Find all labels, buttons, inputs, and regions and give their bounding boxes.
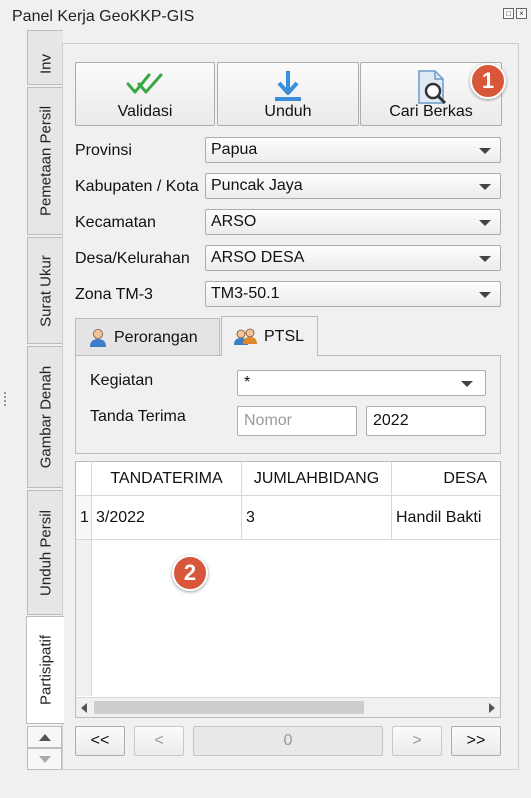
desa-value: ARSO DESA bbox=[211, 249, 305, 266]
arrow-left-icon[interactable] bbox=[81, 703, 87, 713]
kecamatan-label: Kecamatan bbox=[75, 214, 156, 231]
side-tab-unduh-persil[interactable]: Unduh Persil bbox=[27, 490, 63, 615]
tahun-input[interactable]: 2022 bbox=[366, 406, 486, 436]
side-tab-strip: Inv Pemetaan Persil Surat Ukur Gambar De… bbox=[26, 30, 64, 724]
tab-ptsl[interactable]: PTSL bbox=[221, 316, 318, 356]
annotation-badge-1: 1 bbox=[470, 63, 506, 99]
annotation-badge-2: 2 bbox=[172, 555, 208, 591]
next-page-button[interactable]: > bbox=[392, 726, 442, 756]
side-tab-label: Inv bbox=[37, 53, 54, 74]
close-icon[interactable]: × bbox=[516, 8, 527, 19]
arrow-up-icon bbox=[38, 733, 51, 741]
row-header-area bbox=[76, 540, 92, 696]
chevron-down-icon bbox=[479, 148, 491, 154]
float-icon[interactable]: □ bbox=[503, 8, 514, 19]
title-buttons: □ × bbox=[503, 8, 527, 19]
kabupaten-select[interactable]: Puncak Jaya bbox=[205, 173, 501, 199]
side-scroll-up-button[interactable] bbox=[27, 726, 62, 748]
unduh-button[interactable]: Unduh bbox=[217, 62, 359, 126]
chevron-down-icon bbox=[479, 184, 491, 190]
row-index[interactable]: 1 bbox=[76, 496, 92, 540]
results-table: TANDATERIMA JUMLAHBIDANG DESA 1 3/2022 3… bbox=[75, 461, 501, 718]
desa-label: Desa/Kelurahan bbox=[75, 250, 190, 267]
arrow-down-icon bbox=[38, 755, 51, 763]
panel-window: Panel Kerja GeoKKP-GIS □ × Inv Pemetaan … bbox=[0, 0, 531, 798]
table-hscrollbar[interactable] bbox=[76, 697, 500, 717]
table-cell[interactable]: Handil Bakti bbox=[392, 496, 500, 540]
chevron-down-icon bbox=[479, 220, 491, 226]
tab-perorangan[interactable]: Perorangan bbox=[75, 318, 220, 356]
side-tab-label: Unduh Persil bbox=[37, 509, 54, 596]
zona-label: Zona TM-3 bbox=[75, 286, 153, 303]
side-tab-label: Gambar Denah bbox=[37, 365, 54, 469]
side-tab-inv[interactable]: Inv bbox=[27, 30, 63, 85]
side-tab-pemetaan-persil[interactable]: Pemetaan Persil bbox=[27, 87, 63, 235]
download-icon bbox=[275, 71, 301, 101]
tab-perorangan-label: Perorangan bbox=[114, 328, 198, 346]
tanda-terima-label: Tanda Terima bbox=[90, 408, 186, 425]
side-scroll-down-button[interactable] bbox=[27, 748, 62, 770]
search-file-icon bbox=[418, 70, 447, 105]
kegiatan-label: Kegiatan bbox=[90, 372, 154, 389]
table-corner bbox=[76, 462, 92, 496]
kecamatan-select[interactable]: ARSO bbox=[205, 209, 501, 235]
first-page-button[interactable]: << bbox=[75, 726, 125, 756]
chevron-down-icon bbox=[479, 256, 491, 262]
kegiatan-select[interactable]: * bbox=[237, 370, 486, 396]
prev-page-button[interactable]: < bbox=[134, 726, 184, 756]
person-icon bbox=[90, 328, 106, 347]
cari-berkas-label: Cari Berkas bbox=[389, 103, 473, 120]
kecamatan-value: ARSO bbox=[211, 213, 257, 230]
zona-value: TM3-50.1 bbox=[211, 285, 280, 302]
desa-select[interactable]: ARSO DESA bbox=[205, 245, 501, 271]
validasi-button[interactable]: Validasi bbox=[75, 62, 215, 126]
column-header[interactable]: TANDATERIMA bbox=[92, 462, 242, 496]
side-tab-gambar-denah[interactable]: Gambar Denah bbox=[27, 346, 63, 488]
kegiatan-value: * bbox=[244, 374, 251, 391]
chevron-down-icon bbox=[461, 381, 473, 387]
group-icon bbox=[234, 328, 257, 345]
side-tab-partisipatif[interactable]: Partisipatif bbox=[26, 616, 64, 724]
tab-ptsl-label: PTSL bbox=[264, 327, 305, 345]
panel-title: Panel Kerja GeoKKP-GIS bbox=[12, 8, 195, 25]
side-tab-label: Surat Ukur bbox=[37, 254, 54, 327]
chevron-down-icon bbox=[479, 292, 491, 298]
validasi-label: Validasi bbox=[117, 103, 173, 120]
page-number[interactable]: 0 bbox=[193, 726, 383, 756]
column-header[interactable]: DESA bbox=[392, 462, 500, 496]
kabupaten-value: Puncak Jaya bbox=[211, 177, 303, 194]
scroll-thumb[interactable] bbox=[94, 701, 364, 714]
nomor-input[interactable]: Nomor bbox=[237, 406, 357, 436]
kabupaten-label: Kabupaten / Kota bbox=[75, 178, 199, 195]
provinsi-label: Provinsi bbox=[75, 142, 132, 159]
side-tab-label: Partisipatif bbox=[37, 634, 54, 706]
unduh-label: Unduh bbox=[264, 103, 312, 120]
side-tab-label: Pemetaan Persil bbox=[37, 105, 54, 217]
resize-grip[interactable] bbox=[4, 392, 6, 406]
zona-select[interactable]: TM3-50.1 bbox=[205, 281, 501, 307]
provinsi-select[interactable]: Papua bbox=[205, 137, 501, 163]
table-cell[interactable]: 3/2022 bbox=[92, 496, 242, 540]
arrow-right-icon[interactable] bbox=[489, 703, 495, 713]
last-page-button[interactable]: >> bbox=[451, 726, 501, 756]
table-cell[interactable]: 3 bbox=[242, 496, 392, 540]
side-tab-surat-ukur[interactable]: Surat Ukur bbox=[27, 237, 63, 344]
provinsi-value: Papua bbox=[211, 141, 258, 158]
double-check-icon bbox=[126, 73, 163, 94]
column-header[interactable]: JUMLAHBIDANG bbox=[242, 462, 392, 496]
